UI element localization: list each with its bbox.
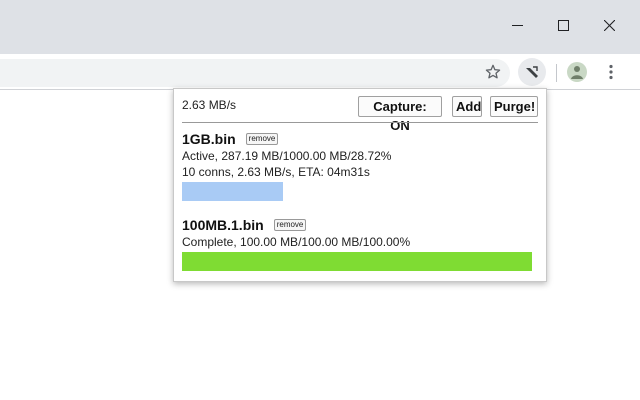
download-name: 1GB.bin — [182, 131, 236, 147]
browser-toolbar — [0, 54, 640, 90]
browser-window: 2.63 MB/s Capture: ON Add Purge! 1GB.bin… — [0, 0, 640, 400]
avatar-icon[interactable] — [563, 58, 591, 86]
progress-fill — [182, 252, 532, 271]
address-bar[interactable] — [0, 59, 510, 87]
purge-button[interactable]: Purge! — [490, 96, 538, 117]
download-status: Complete, 100.00 MB/100.00 MB/100.00% — [182, 235, 411, 249]
extension-popup: 2.63 MB/s Capture: ON Add Purge! 1GB.bin… — [173, 88, 547, 282]
progress-fill — [182, 182, 283, 201]
download-name: 100MB.1.bin — [182, 217, 264, 233]
close-icon[interactable] — [586, 0, 632, 50]
kebab-menu-icon[interactable] — [597, 58, 625, 86]
add-button[interactable]: Add — [452, 96, 482, 117]
star-icon[interactable] — [479, 58, 507, 86]
toolbar-separator — [556, 64, 557, 82]
download-item: 100MB.1.bin remove Complete, 100.00 MB/1… — [182, 216, 538, 271]
progress-bar — [182, 182, 532, 201]
minimize-icon[interactable] — [494, 0, 540, 50]
download-status: Active, 287.19 MB/1000.00 MB/28.72% — [182, 149, 392, 163]
title-bar — [0, 0, 640, 54]
total-speed: 2.63 MB/s — [182, 98, 237, 112]
extension-icon[interactable] — [518, 58, 546, 86]
progress-bar — [182, 252, 532, 271]
maximize-icon[interactable] — [540, 0, 586, 50]
remove-button[interactable]: remove — [273, 219, 307, 231]
download-item: 1GB.bin remove Active, 287.19 MB/1000.00… — [182, 130, 538, 201]
capture-toggle-button[interactable]: Capture: ON — [358, 96, 442, 133]
divider — [182, 122, 538, 123]
remove-button[interactable]: remove — [245, 133, 279, 145]
download-details: 10 conns, 2.63 MB/s, ETA: 04m31s — [182, 165, 370, 179]
